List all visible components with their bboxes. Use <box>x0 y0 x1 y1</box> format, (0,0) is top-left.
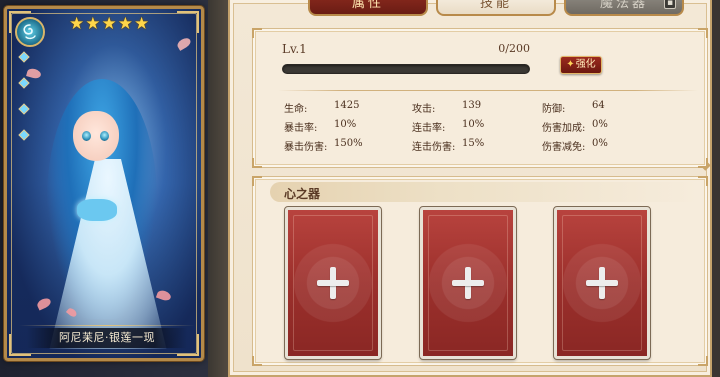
stat-value: 1425 <box>334 100 360 111</box>
stat-label: 连击率: <box>412 123 446 134</box>
exp-progress-bar <box>282 64 530 74</box>
heart-vessel-slot-2[interactable] <box>419 206 517 360</box>
box-corner <box>252 158 262 168</box>
star-icon: ★ <box>69 14 85 34</box>
stat-label: 生命: <box>284 104 308 115</box>
stat-label: 攻击: <box>412 104 436 115</box>
star-icon: ★ <box>85 14 101 34</box>
stat-label: 连击伤害: <box>412 142 456 153</box>
star-icon: ★ <box>101 14 117 34</box>
heart-vessel-slot-3[interactable] <box>553 206 651 360</box>
plus-icon <box>450 265 486 301</box>
stat-value: 150% <box>334 138 363 149</box>
stat-label: 暴击伤害: <box>284 142 328 153</box>
stat-label: 暴击率: <box>284 123 318 134</box>
tab-bar: 属性 技能 魔法器 ▪ <box>308 0 684 16</box>
tab-skills[interactable]: 技能 <box>436 0 556 16</box>
star-icon: ★ <box>117 14 133 34</box>
gem-decoration <box>18 129 30 141</box>
heart-vessel-header <box>270 182 700 202</box>
stat-value: 0% <box>592 119 608 130</box>
stat-label: 伤害减免: <box>542 142 586 153</box>
stat-value: 10% <box>334 119 357 130</box>
panel-left-edge <box>208 0 228 377</box>
gem-decoration <box>18 103 30 115</box>
side-gem-column <box>17 51 31 283</box>
star-icon: ★ <box>134 14 150 34</box>
card-inner-frame <box>11 13 197 354</box>
spark-icon: ✦ <box>566 59 575 70</box>
star-rating: ★ ★ ★ ★ ★ <box>69 15 149 33</box>
plus-icon <box>315 265 351 301</box>
box-corner <box>698 28 708 38</box>
box-corner <box>252 356 262 366</box>
tab-magic-device[interactable]: 魔法器 ▪ <box>564 0 684 16</box>
enhance-button[interactable]: ✦强化 <box>560 56 602 74</box>
heart-vessel-title: 心之器 <box>284 187 321 201</box>
gem-decoration <box>18 77 30 89</box>
level-label: Lv.1 <box>282 42 307 56</box>
lock-icon: ▪ <box>664 0 676 9</box>
stat-value: 0% <box>592 138 608 149</box>
tab-magic-device-label: 魔法器 <box>599 0 648 11</box>
stat-value: 139 <box>462 100 482 111</box>
stat-value: 64 <box>592 100 605 111</box>
card-corner <box>177 11 199 33</box>
box-corner <box>252 176 262 186</box>
plus-icon <box>584 265 620 301</box>
stat-label: 伤害加成: <box>542 123 586 134</box>
character-name: 阿尼苿尼·银莲一现 <box>27 328 187 348</box>
box-corner <box>698 158 708 168</box>
enhance-button-label: 强化 <box>575 59 596 70</box>
name-divider <box>19 325 195 326</box>
stat-label: 防御: <box>542 104 566 115</box>
box-corner <box>252 28 262 38</box>
stat-value: 10% <box>462 119 485 130</box>
character-card[interactable]: ★ ★ ★ ★ ★ 阿尼苿尼·银莲一现 <box>4 6 204 361</box>
gem-decoration <box>18 51 30 63</box>
box-corner <box>698 356 708 366</box>
stats-divider <box>278 90 698 91</box>
heart-vessel-slot-1[interactable] <box>284 206 382 360</box>
tab-attributes[interactable]: 属性 <box>308 0 428 16</box>
stat-value: 15% <box>462 138 485 149</box>
water-swirl-glyph <box>23 24 36 40</box>
water-swirl-icon <box>15 17 45 47</box>
exp-counter: 0/200 <box>498 42 530 55</box>
